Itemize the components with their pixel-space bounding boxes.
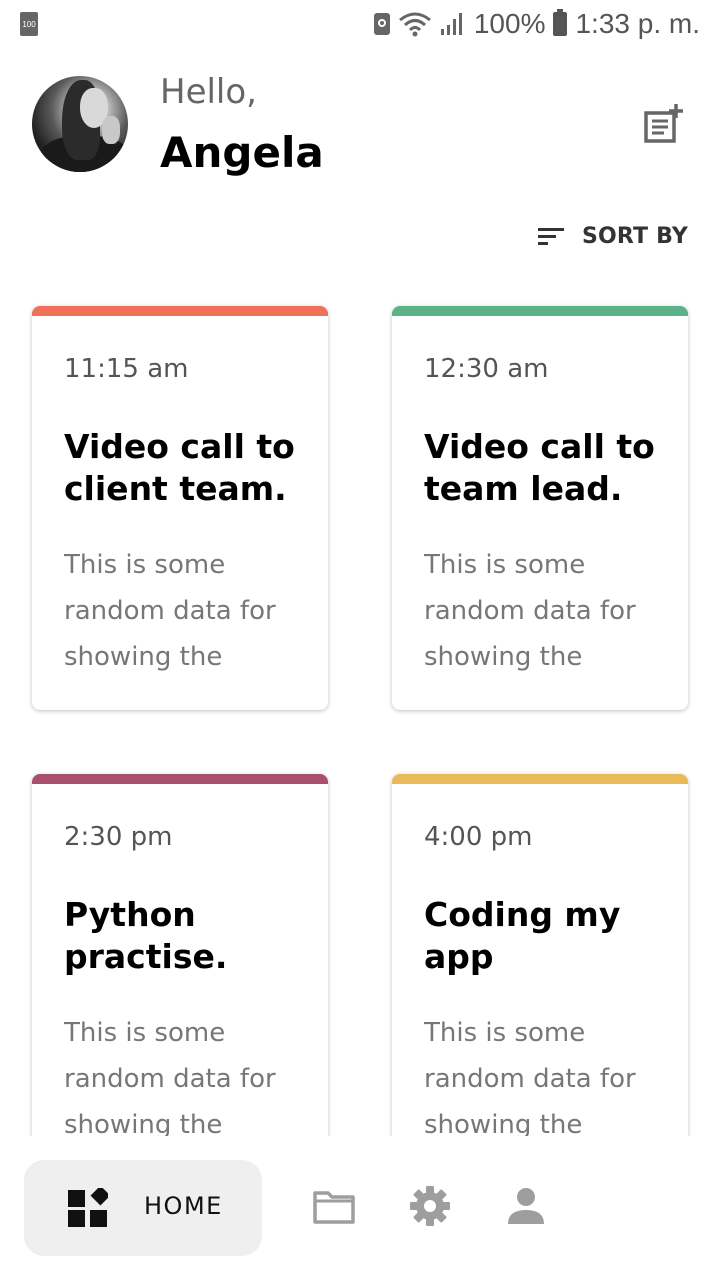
task-card[interactable]: 12:30 am Video call to team lead. This i… <box>392 306 688 710</box>
card-title: Video call to team lead. <box>424 427 655 508</box>
card-title: Video call to client team. <box>64 427 295 508</box>
settings-icon <box>410 1186 450 1226</box>
nav-profile-button[interactable] <box>504 1184 548 1228</box>
card-color-bar <box>32 774 328 784</box>
app-screen: 100 100% 1:33 p. m. Hello, Angela SORT B… <box>0 0 720 1280</box>
card-title: Coding my app <box>424 895 621 976</box>
task-card[interactable]: 11:15 am Video call to client team. This… <box>32 306 328 710</box>
card-time: 2:30 pm <box>64 822 173 852</box>
card-time: 12:30 am <box>424 354 549 384</box>
task-card[interactable]: 4:00 pm Coding my app This is some rando… <box>392 774 688 1136</box>
bottom-navigation: HOME <box>0 1136 720 1280</box>
card-description: This is some random data for showing the <box>64 1018 276 1136</box>
task-card[interactable]: 2:30 pm Python practise. This is some ra… <box>32 774 328 1136</box>
task-grid: 11:15 am Video call to client team. This… <box>0 0 720 1136</box>
nav-folder-button[interactable] <box>312 1184 356 1228</box>
dashboard-icon <box>68 1188 108 1227</box>
card-description: This is some random data for showing the <box>64 550 276 672</box>
card-description: This is some random data for showing the <box>424 1018 636 1136</box>
nav-settings-button[interactable] <box>408 1184 452 1228</box>
card-time: 4:00 pm <box>424 822 533 852</box>
nav-home-tab[interactable]: HOME <box>24 1160 262 1256</box>
card-description: This is some random data for showing the <box>424 550 636 672</box>
card-color-bar <box>392 774 688 784</box>
folder-icon <box>313 1191 355 1224</box>
card-color-bar <box>392 306 688 316</box>
card-title: Python practise. <box>64 895 228 976</box>
person-icon <box>508 1188 544 1224</box>
card-time: 11:15 am <box>64 354 189 384</box>
card-color-bar <box>32 306 328 316</box>
nav-home-label: HOME <box>144 1192 223 1220</box>
